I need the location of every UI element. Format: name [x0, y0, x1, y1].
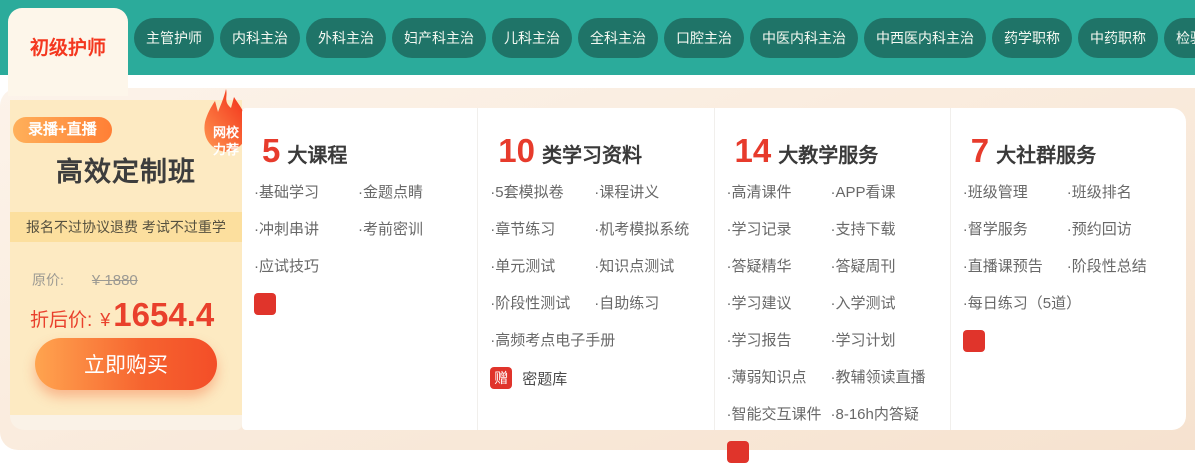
gift-label: 密题库 [522, 368, 567, 389]
tab-item[interactable]: 全科主治 [578, 18, 658, 58]
feature-item: ·阶段性测试 [490, 295, 594, 313]
course-card: 录播+直播 网校 力荐 高效定制班 报名不过协议退费 考试不过重学 原价:¥ 1… [0, 88, 1195, 450]
tab-item[interactable]: 主管护师 [134, 18, 214, 58]
gift-badge: 赠 [490, 367, 512, 389]
feature-column: 10 类学习资料 ·5套模拟卷·课程讲义 ·章节练习·机考模拟系统 ·单元测试·知识… [477, 108, 713, 430]
feature-item: ·班级管理 [963, 184, 1067, 202]
discount-price-row: 折后价: ¥ 1654.4 [30, 298, 214, 332]
currency-symbol: ¥ [100, 310, 110, 331]
tab-active[interactable]: 初级护师 [8, 8, 128, 96]
course-summary-panel: 录播+直播 网校 力荐 高效定制班 报名不过协议退费 考试不过重学 原价:¥ 1… [10, 100, 242, 415]
feature-item: ·高频考点电子手册 [490, 332, 594, 350]
feature-item: ·直播课预告 [963, 258, 1067, 276]
course-type-badge: 录播+直播 [13, 117, 112, 143]
feature-item: ·智能交互课件 [727, 406, 831, 424]
feature-column-header: 14 大教学服务 [735, 134, 950, 168]
feature-count: 5 [262, 134, 280, 167]
feature-column: 7 大社群服务 ·班级管理·班级排名 ·督学服务·预约回访 ·直播课预告·阶段性总结… [950, 108, 1186, 430]
tab-item[interactable]: 中药职称 [1078, 18, 1158, 58]
gift-badge [254, 293, 276, 315]
feature-items: ·5套模拟卷·课程讲义 ·章节练习·机考模拟系统 ·单元测试·知识点测试 ·阶段性测试… [490, 184, 713, 350]
tab-item[interactable]: 检验职称 [1164, 18, 1195, 58]
feature-item: ·学习计划 [831, 332, 950, 350]
feature-item: ·自助练习 [594, 295, 713, 313]
feature-unit: 大社群服务 [996, 139, 1096, 168]
feature-column: 5 大课程 ·基础学习·金题点睛 ·冲刺串讲·考前密训 ·应试技巧 [242, 108, 477, 430]
tab-item[interactable]: 口腔主治 [664, 18, 744, 58]
gift-row [963, 330, 1186, 352]
feature-item: ·考前密训 [358, 221, 477, 239]
feature-unit: 大教学服务 [778, 139, 878, 168]
feature-item: ·支持下载 [831, 221, 950, 239]
feature-column-header: 5 大课程 [262, 134, 477, 168]
feature-item: ·学习报告 [727, 332, 831, 350]
feature-items: ·班级管理·班级排名 ·督学服务·预约回访 ·直播课预告·阶段性总结 ·每日练习（5道… [963, 184, 1186, 313]
guarantee-text: 报名不过协议退费 考试不过重学 [10, 212, 242, 242]
feature-item: ·8-16h内答疑 [831, 406, 950, 424]
feature-unit: 类学习资料 [542, 139, 642, 168]
feature-item: ·督学服务 [963, 221, 1067, 239]
feature-item: ·学习记录 [727, 221, 831, 239]
feature-item: ·薄弱知识点 [727, 369, 831, 387]
feature-count: 7 [971, 134, 989, 167]
original-price-row: 原价: ¥ 1880 [32, 270, 138, 290]
feature-item: ·班级排名 [1067, 184, 1186, 202]
feature-item: ·预约回访 [1067, 221, 1186, 239]
feature-item: ·应试技巧 [254, 258, 358, 276]
feature-item: ·金题点睛 [358, 184, 477, 202]
feature-items: ·高清课件·APP看课 ·学习记录·支持下载 ·答疑精华·答疑周刊 ·学习建议·入学测… [727, 184, 950, 424]
original-price-label: 原价: [32, 272, 64, 288]
tab-item[interactable]: 中医内科主治 [750, 18, 858, 58]
category-tab-bar: 初级护师 主管护师内科主治外科主治妇产科主治儿科主治全科主治口腔主治中医内科主治… [0, 0, 1195, 75]
tab-item[interactable]: 外科主治 [306, 18, 386, 58]
feature-count: 14 [735, 134, 772, 167]
feature-item: ·冲刺串讲 [254, 221, 358, 239]
panel-footer-strip [10, 415, 242, 430]
feature-item: ·高清课件 [727, 184, 831, 202]
feature-column-header: 10 类学习资料 [498, 134, 713, 168]
feature-item: ·APP看课 [831, 184, 950, 202]
feature-item: ·单元测试 [490, 258, 594, 276]
feature-item: ·教辅领读直播 [831, 369, 950, 387]
feature-item: ·答疑周刊 [831, 258, 950, 276]
feature-item: ·答疑精华 [727, 258, 831, 276]
feature-column-header: 7 大社群服务 [971, 134, 1186, 168]
gift-row [727, 441, 950, 463]
feature-item: ·机考模拟系统 [594, 221, 713, 239]
course-title: 高效定制班 [10, 150, 242, 189]
feature-item: ·阶段性总结 [1067, 258, 1186, 276]
tab-item[interactable]: 内科主治 [220, 18, 300, 58]
discount-price-value: 1654.4 [113, 298, 214, 331]
discount-price-label: 折后价: [30, 305, 92, 332]
feature-item: ·知识点测试 [594, 258, 713, 276]
features-area: 5 大课程 ·基础学习·金题点睛 ·冲刺串讲·考前密训 ·应试技巧 10 类学习资料… [242, 108, 1186, 430]
gift-badge [963, 330, 985, 352]
tab-item[interactable]: 药学职称 [992, 18, 1072, 58]
original-price-value: ¥ 1880 [92, 272, 138, 289]
feature-item: ·每日练习（5道） [963, 295, 1067, 313]
feature-items: ·基础学习·金题点睛 ·冲刺串讲·考前密训 ·应试技巧 [254, 184, 477, 276]
tab-item[interactable]: 妇产科主治 [392, 18, 486, 58]
feature-item: ·学习建议 [727, 295, 831, 313]
gift-row [254, 293, 477, 315]
tab-item[interactable]: 儿科主治 [492, 18, 572, 58]
feature-item: ·入学测试 [831, 295, 950, 313]
gift-row: 赠 密题库 [490, 367, 713, 389]
feature-item: ·课程讲义 [594, 184, 713, 202]
feature-count: 10 [498, 134, 535, 167]
feature-item: ·章节练习 [490, 221, 594, 239]
feature-column: 14 大教学服务 ·高清课件·APP看课 ·学习记录·支持下载 ·答疑精华·答疑周刊… [714, 108, 950, 430]
feature-item: ·5套模拟卷 [490, 184, 594, 202]
tab-item[interactable]: 中西医内科主治 [864, 18, 986, 58]
buy-now-button[interactable]: 立即购买 [35, 338, 217, 390]
feature-item: ·基础学习 [254, 184, 358, 202]
gift-badge [727, 441, 749, 463]
feature-unit: 大课程 [287, 139, 347, 168]
